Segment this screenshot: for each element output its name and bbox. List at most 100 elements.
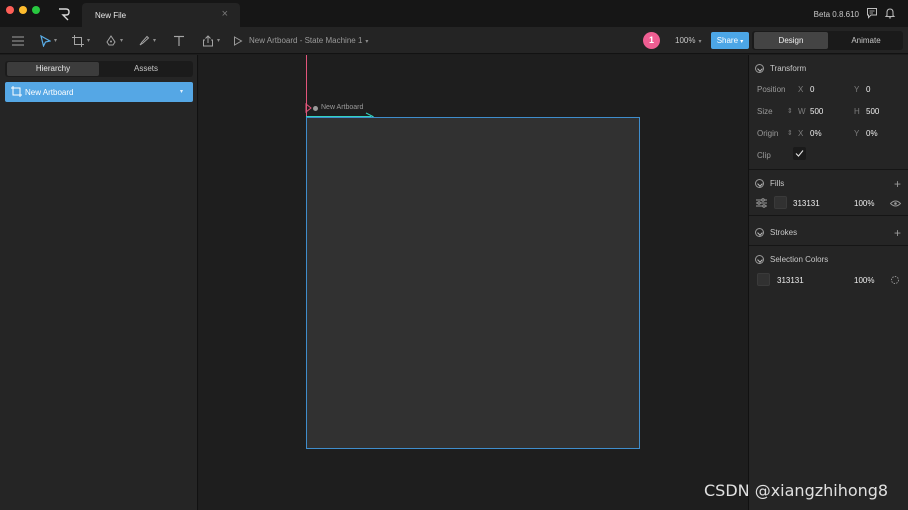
text-tool-icon — [174, 35, 184, 46]
w-axis-label: W — [798, 107, 806, 116]
chat-icon[interactable] — [866, 7, 878, 19]
strokes-header[interactable]: Strokes — [755, 228, 797, 237]
x-axis-label: X — [798, 85, 804, 94]
document-tab-title: New File — [95, 11, 127, 20]
chevron-down-icon: ▾ — [698, 39, 702, 45]
tab-assets[interactable]: Assets — [100, 62, 192, 76]
position-label: Position — [757, 85, 786, 94]
strokes-section: Strokes + — [749, 217, 908, 246]
maximize-window-button[interactable] — [32, 6, 40, 14]
menu-icon — [12, 35, 24, 46]
version-label: Beta 0.8.610 — [813, 10, 859, 19]
pen-tool-button[interactable]: ▾ — [105, 33, 123, 48]
clip-checkbox[interactable] — [793, 147, 806, 160]
tab-design[interactable]: Design — [754, 32, 828, 49]
share-button[interactable]: Share ▾ — [711, 32, 749, 49]
origin-label: Origin — [757, 129, 779, 138]
check-icon — [795, 150, 804, 157]
artboard-dot-icon — [313, 106, 318, 111]
artboard[interactable] — [306, 117, 640, 449]
zoom-value: 100% — [675, 36, 696, 45]
tab-animate[interactable]: Animate — [829, 32, 903, 49]
fill-opacity-value[interactable]: 100% — [854, 199, 874, 208]
transform-title: Transform — [770, 64, 807, 73]
chevron-down-icon — [755, 64, 764, 73]
fill-color-swatch[interactable] — [774, 196, 787, 209]
close-window-button[interactable] — [6, 6, 14, 14]
chevron-down-icon[interactable]: ▾ — [180, 88, 183, 95]
transform-section: Transform Position X 0 Y 0 Size ⇕ W 500 … — [749, 55, 908, 170]
selection-colors-section: Selection Colors 313131 100% — [749, 247, 908, 294]
selection-opacity-value[interactable]: 100% — [854, 276, 874, 285]
chevron-down-icon: ▾ — [365, 39, 369, 45]
origin-y-input[interactable]: 0% — [866, 129, 878, 138]
h-axis-label: H — [854, 107, 860, 116]
mode-switch: Design Animate — [752, 31, 903, 50]
chevron-down-icon: ▾ — [120, 38, 124, 44]
hierarchy-item-label: New Artboard — [25, 88, 74, 97]
chevron-down-icon — [755, 179, 764, 188]
close-icon[interactable]: × — [222, 8, 228, 20]
eye-icon[interactable] — [890, 200, 901, 207]
strokes-title: Strokes — [770, 228, 798, 237]
artboard-tool-icon — [72, 34, 84, 47]
link-icon[interactable]: ⇕ — [787, 107, 793, 115]
left-panel: Hierarchy Assets New Artboard ▾ — [0, 55, 198, 510]
play-icon — [234, 35, 243, 46]
guide-arrow-icon — [305, 103, 312, 113]
selection-colors-header[interactable]: Selection Colors — [755, 255, 828, 264]
toolbar: ▾ ▾ ▾ ▾ ▾ New Artboard - State Machine 1… — [0, 27, 908, 54]
artboard-tool-button[interactable]: ▾ — [72, 33, 90, 48]
canvas[interactable]: New Artboard — [199, 55, 748, 510]
minimize-window-button[interactable] — [19, 6, 27, 14]
selection-color-swatch[interactable] — [757, 273, 770, 286]
document-tab[interactable]: New File × — [82, 3, 240, 27]
text-tool-button[interactable] — [173, 33, 185, 48]
width-input[interactable]: 500 — [810, 107, 823, 116]
inspector-panel: Transform Position X 0 Y 0 Size ⇕ W 500 … — [748, 55, 908, 510]
play-button[interactable] — [233, 33, 243, 48]
artboard-icon — [11, 86, 22, 97]
fill-settings-icon[interactable] — [756, 198, 767, 208]
position-y-input[interactable]: 0 — [866, 85, 870, 94]
selection-colors-title: Selection Colors — [770, 255, 829, 264]
chevron-down-icon: ▾ — [54, 38, 58, 44]
pen-tool-icon — [106, 34, 116, 45]
fills-section: Fills + 313131 100% — [749, 171, 908, 216]
chevron-down-icon — [755, 255, 764, 264]
select-tool-icon — [40, 34, 51, 47]
add-stroke-icon[interactable]: + — [894, 227, 901, 239]
position-x-input[interactable]: 0 — [810, 85, 814, 94]
export-button[interactable]: ▾ — [202, 33, 220, 48]
height-input[interactable]: 500 — [866, 107, 879, 116]
left-panel-tabs: Hierarchy Assets — [5, 61, 193, 77]
notification-badge[interactable]: 1 — [643, 32, 660, 49]
add-fill-icon[interactable]: + — [894, 178, 901, 190]
chevron-down-icon: ▾ — [87, 38, 91, 44]
transform-header[interactable]: Transform — [755, 64, 806, 73]
link-icon[interactable]: ⇕ — [787, 129, 793, 137]
origin-x-input[interactable]: 0% — [810, 129, 822, 138]
hierarchy-item-new-artboard[interactable]: New Artboard ▾ — [5, 82, 193, 102]
chevron-down-icon — [755, 228, 764, 237]
chevron-down-icon: ▾ — [740, 39, 744, 45]
select-tool-button[interactable]: ▾ — [40, 33, 57, 48]
watermark: CSDN @xiangzhihong8 — [704, 481, 889, 500]
logo-icon — [59, 8, 70, 21]
bell-icon[interactable] — [884, 7, 896, 19]
menu-button[interactable] — [12, 33, 24, 48]
artboard-label[interactable]: New Artboard — [321, 104, 363, 111]
fill-color-value[interactable]: 313131 — [793, 199, 820, 208]
zoom-selector[interactable]: 100% ▾ — [675, 36, 701, 45]
y-axis-label: Y — [854, 129, 860, 138]
selection-color-value[interactable]: 313131 — [777, 276, 804, 285]
fills-title: Fills — [770, 179, 785, 188]
state-machine-selector[interactable]: New Artboard - State Machine 1 ▾ — [249, 36, 368, 45]
brush-tool-button[interactable]: ▾ — [138, 33, 156, 48]
share-label: Share — [716, 36, 739, 45]
tab-hierarchy[interactable]: Hierarchy — [7, 62, 99, 76]
fills-header[interactable]: Fills — [755, 179, 784, 188]
target-icon[interactable] — [890, 275, 900, 285]
title-bar: New File × Beta 0.8.610 — [0, 0, 908, 27]
x-axis-label: X — [798, 129, 804, 138]
